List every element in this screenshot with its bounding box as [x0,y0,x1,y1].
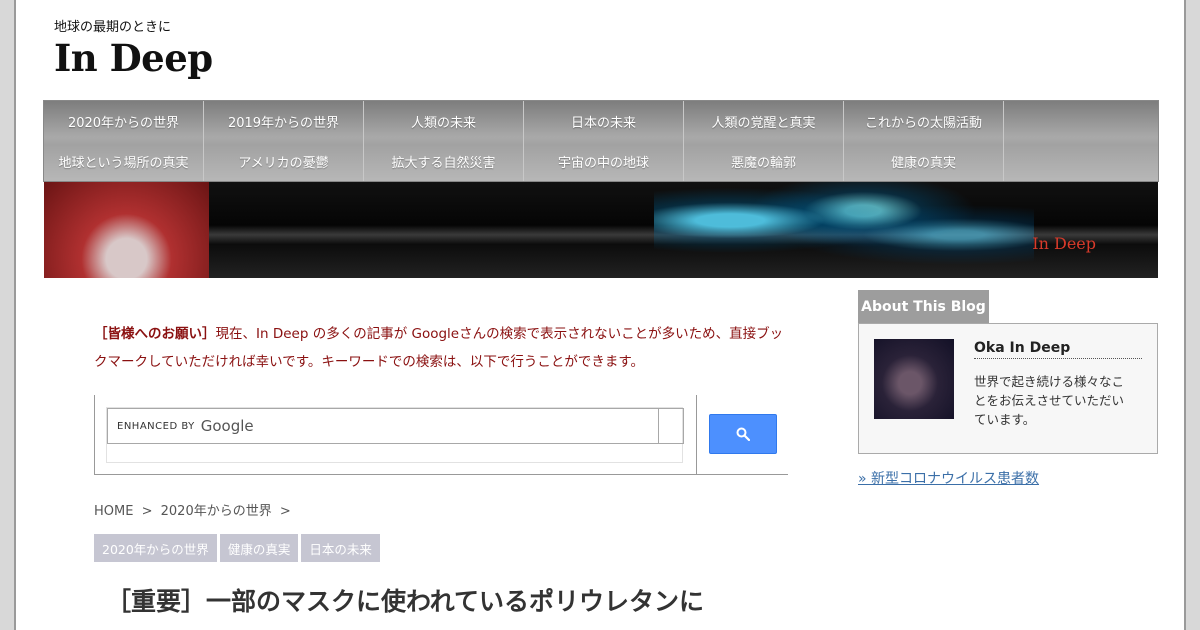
site-search: ENHANCED BY Google [94,395,788,475]
search-button[interactable] [709,414,777,454]
category-tags: 2020年からの世界 健康の真実 日本の未来 [94,534,380,562]
nav-item-awakening[interactable]: 人類の覚醒と真実 [684,101,844,141]
breadcrumb-home[interactable]: HOME [94,504,133,519]
nav-item-world-2019[interactable]: 2019年からの世界 [204,101,364,141]
site-tagline: 地球の最期のときに [54,20,172,35]
search-icon [736,427,750,441]
sidebar-link-corona[interactable]: » 新型コロナウイルス患者数 [858,468,1039,488]
tag-japan-future[interactable]: 日本の未来 [301,534,380,562]
breadcrumb-separator: > [141,504,153,519]
nav-item-world-2020[interactable]: 2020年からの世界 [44,101,204,141]
tag-health-truth[interactable]: 健康の真実 [219,534,299,562]
article-title: ［重要］一部のマスクに使われているポリウレタンに [106,587,705,616]
notice-lead: ［皆様へのお願い］ [94,326,216,342]
main-navigation: 2020年からの世界 2019年からの世界 人類の未来 日本の未来 人類の覚醒と… [43,100,1159,182]
about-blog-box: Oka In Deep 世界で起き続ける様々なことをお伝えさせていただいています… [858,323,1158,454]
nav-item-human-future[interactable]: 人類の未来 [364,101,524,141]
about-blog-title: About This Blog [858,290,989,323]
breadcrumb-separator: > [279,504,291,519]
tag-world-2020[interactable]: 2020年からの世界 [94,534,217,562]
search-input[interactable]: ENHANCED BY Google [107,408,659,444]
breadcrumb: HOME > 2020年からの世界 > [94,500,295,519]
search-enhanced-by: ENHANCED BY [117,420,195,432]
author-avatar [874,339,954,419]
nav-item-japan-future[interactable]: 日本の未来 [524,101,684,141]
banner-art-image [44,182,209,278]
page: 地球の最期のときに In Deep 2020年からの世界 2019年からの世界 … [14,0,1186,630]
header-banner: In Deep [44,182,1158,278]
site-logo[interactable]: In Deep [54,36,213,80]
nav-item-america[interactable]: アメリカの憂鬱 [204,141,364,181]
nav-item-earth-truth[interactable]: 地球という場所の真実 [44,141,204,181]
nav-item-solar-activity[interactable]: これからの太陽活動 [844,101,1004,141]
author-name: Oka In Deep [974,340,1142,359]
search-clear-area[interactable] [658,408,684,444]
search-box: ENHANCED BY Google [106,407,684,463]
nav-item-earth-in-universe[interactable]: 宇宙の中の地球 [524,141,684,181]
nav-item-devil[interactable]: 悪魔の輪郭 [684,141,844,181]
banner-glow-image [654,182,1034,278]
search-google-brand: Google [200,417,254,435]
nav-row-1: 2020年からの世界 2019年からの世界 人類の未来 日本の未来 人類の覚醒と… [44,101,1158,141]
nav-item-health-truth[interactable]: 健康の真実 [844,141,1004,181]
breadcrumb-category[interactable]: 2020年からの世界 [161,504,272,519]
nav-row-2: 地球という場所の真実 アメリカの憂鬱 拡大する自然災害 宇宙の中の地球 悪魔の輪… [44,141,1158,181]
nav-item-disasters[interactable]: 拡大する自然災害 [364,141,524,181]
banner-brand-text: In Deep [1032,234,1096,253]
search-divider [696,395,697,474]
notice-message: ［皆様へのお願い］現在、In Deep の多くの記事が Googleさんの検索で… [94,320,794,376]
blog-description: 世界で起き続ける様々なことをお伝えさせていただいています。 [974,374,1125,427]
